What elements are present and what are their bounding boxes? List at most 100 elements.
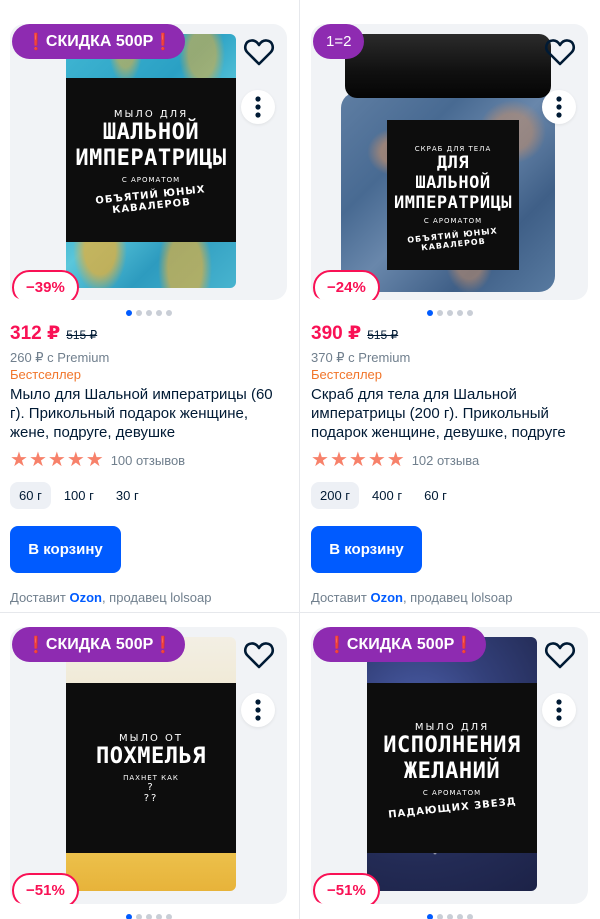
label-line0: ДЛЯ xyxy=(436,153,470,173)
exclamation-icon: ❗ xyxy=(327,636,347,654)
label-line1: ИСПОЛНЕНИЯ xyxy=(383,733,521,758)
label-small: С АРОМАТОМ xyxy=(423,217,483,225)
promo-badge: ❗ СКИДКА 500Р ❗ xyxy=(313,627,487,662)
star-icon: ★ xyxy=(66,449,85,471)
carousel-dot xyxy=(146,310,152,316)
product-photo[interactable]: СКРАБ ДЛЯ ТЕЛА ДЛЯ ШАЛЬНОЙ ИМПЕРАТРИЦЫ С… xyxy=(311,24,588,300)
star-icon: ★ xyxy=(10,449,28,471)
add-to-cart-button[interactable]: В корзину xyxy=(311,526,422,573)
jar-lid xyxy=(345,34,551,98)
rating[interactable]: ★ ★ ★ ★ ★ 102 отзыва xyxy=(311,450,589,470)
deal-badge: 1=2 xyxy=(313,24,365,59)
delivery-prefix: Доставит xyxy=(311,590,371,605)
product-card[interactable]: МЫЛО ДЛЯ ИСПОЛНЕНИЯ ЖЕЛАНИЙ С АРОМАТОМ П… xyxy=(311,627,589,919)
image-carousel-dots[interactable] xyxy=(311,914,589,919)
discount-text: −51% xyxy=(26,882,65,899)
vertical-dots-icon xyxy=(556,96,562,118)
delivery-brand[interactable]: Ozon xyxy=(69,590,102,605)
carousel-dot xyxy=(447,914,453,919)
product-title[interactable]: Мыло для Шальной императрицы (60 г). При… xyxy=(10,385,288,442)
exclamation-icon: ❗ xyxy=(153,636,174,654)
size-option[interactable]: 60 г xyxy=(415,482,456,509)
bestseller-tag: Бестселлер xyxy=(311,367,382,382)
carousel-dot xyxy=(146,914,152,919)
vertical-dots-icon xyxy=(556,699,562,721)
discount-badge: −24% xyxy=(313,270,380,300)
discount-text: −39% xyxy=(26,279,65,296)
rating[interactable]: ★ ★ ★ ★ ★ 100 отзывов xyxy=(10,450,288,470)
review-count: 100 отзывов xyxy=(110,452,186,468)
promo-text: СКИДКА 500Р xyxy=(346,635,455,653)
carousel-dot xyxy=(447,310,453,316)
size-option[interactable]: 100 г xyxy=(55,482,103,509)
label-line1: ШАЛЬНОЙ xyxy=(415,173,491,193)
label-question: ? xyxy=(147,781,155,793)
more-options-button[interactable] xyxy=(542,90,576,124)
star-icon: ★ xyxy=(28,449,47,471)
size-option[interactable]: 30 г xyxy=(107,482,148,509)
image-carousel-dots[interactable] xyxy=(10,914,288,919)
size-option[interactable]: 60 г xyxy=(10,482,51,509)
carousel-dot xyxy=(156,310,162,316)
favorite-button[interactable] xyxy=(542,34,578,70)
star-icon: ★ xyxy=(311,449,329,471)
size-option[interactable]: 400 г xyxy=(363,482,411,509)
delivery-brand[interactable]: Ozon xyxy=(370,590,403,605)
delivery-info: Доставит Ozon, продавец lolsoap xyxy=(311,590,589,605)
label-top: МЫЛО ОТ xyxy=(119,732,183,744)
image-carousel-dots[interactable] xyxy=(10,310,288,316)
star-icon: ★ xyxy=(386,449,405,471)
favorite-button[interactable] xyxy=(241,34,277,70)
delivery-prefix: Доставит xyxy=(10,590,70,605)
label-line2: ИМПЕРАТРИЦЫ xyxy=(393,193,513,213)
exclamation-icon: ❗ xyxy=(153,33,174,51)
label-line2: ЖЕЛАНИЙ xyxy=(403,759,501,784)
product-photo[interactable]: МЫЛО ДЛЯ ИСПОЛНЕНИЯ ЖЕЛАНИЙ С АРОМАТОМ П… xyxy=(311,627,588,904)
carousel-dot xyxy=(467,914,473,919)
carousel-dot xyxy=(427,914,433,919)
discount-text: −24% xyxy=(327,279,366,296)
review-count: 102 отзыва xyxy=(411,452,480,468)
carousel-dot xyxy=(427,310,433,316)
favorite-button[interactable] xyxy=(241,637,277,673)
exclamation-icon: ❗ xyxy=(454,636,475,654)
product-card[interactable]: СКРАБ ДЛЯ ТЕЛА ДЛЯ ШАЛЬНОЙ ИМПЕРАТРИЦЫ С… xyxy=(311,24,589,605)
star-icon: ★ xyxy=(348,449,367,471)
more-options-button[interactable] xyxy=(241,90,275,124)
more-options-button[interactable] xyxy=(542,693,576,727)
discount-badge: −51% xyxy=(313,873,380,904)
carousel-dot xyxy=(457,914,463,919)
heart-outline-icon xyxy=(545,642,575,669)
label-arc: ПАДАЮЩИХ ЗВЕЗД xyxy=(387,796,517,821)
promo-badge: ❗ СКИДКА 500Р ❗ xyxy=(12,627,186,662)
deal-text: 1=2 xyxy=(326,33,352,50)
seller-name[interactable]: , продавец lolsoap xyxy=(102,590,212,605)
product-grid: МЫЛО ДЛЯ ШАЛЬНОЙ ИМПЕРАТРИЦЫ С АРОМАТОМ … xyxy=(0,0,600,919)
price-row: 390 ₽ 515 ₽ xyxy=(311,322,589,345)
label-small: С АРОМАТОМ xyxy=(121,175,181,184)
carousel-dot xyxy=(126,310,132,316)
size-selector: 200 г 400 г 60 г xyxy=(311,482,589,509)
product-card[interactable]: МЫЛО ОТ ПОХМЕЛЬЯ ПАХНЕТ КАК ? ?? ❗ СКИДК… xyxy=(10,627,288,919)
vertical-dots-icon xyxy=(255,699,261,721)
product-photo[interactable]: МЫЛО ДЛЯ ШАЛЬНОЙ ИМПЕРАТРИЦЫ С АРОМАТОМ … xyxy=(10,24,287,300)
image-carousel-dots[interactable] xyxy=(311,310,589,316)
seller-name[interactable]: , продавец lolsoap xyxy=(403,590,513,605)
discount-text: −51% xyxy=(327,882,366,899)
label-line1: ПОХМЕЛЬЯ xyxy=(96,743,206,769)
price-row: 312 ₽ 515 ₽ xyxy=(10,322,288,345)
product-card[interactable]: МЫЛО ДЛЯ ШАЛЬНОЙ ИМПЕРАТРИЦЫ С АРОМАТОМ … xyxy=(10,24,288,605)
carousel-dot xyxy=(457,310,463,316)
product-label-art: МЫЛО ДЛЯ ИСПОЛНЕНИЯ ЖЕЛАНИЙ С АРОМАТОМ П… xyxy=(367,683,537,853)
favorite-button[interactable] xyxy=(542,637,578,673)
add-to-cart-button[interactable]: В корзину xyxy=(10,526,121,573)
label-top: МЫЛО ДЛЯ xyxy=(113,108,189,120)
size-option[interactable]: 200 г xyxy=(311,482,360,509)
product-title[interactable]: Скраб для тела для Шальной императрицы (… xyxy=(311,385,589,442)
product-label-art: СКРАБ ДЛЯ ТЕЛА ДЛЯ ШАЛЬНОЙ ИМПЕРАТРИЦЫ С… xyxy=(387,120,519,270)
label-line2: ИМПЕРАТРИЦЫ xyxy=(75,145,227,171)
product-photo[interactable]: МЫЛО ОТ ПОХМЕЛЬЯ ПАХНЕТ КАК ? ?? ❗ СКИДК… xyxy=(10,627,287,904)
more-options-button[interactable] xyxy=(241,693,275,727)
label-arc: ОБЪЯТИЙ ЮНЫХ КАВАЛЕРОВ xyxy=(406,226,499,253)
premium-price: 260 ₽ с Premium xyxy=(10,350,110,365)
